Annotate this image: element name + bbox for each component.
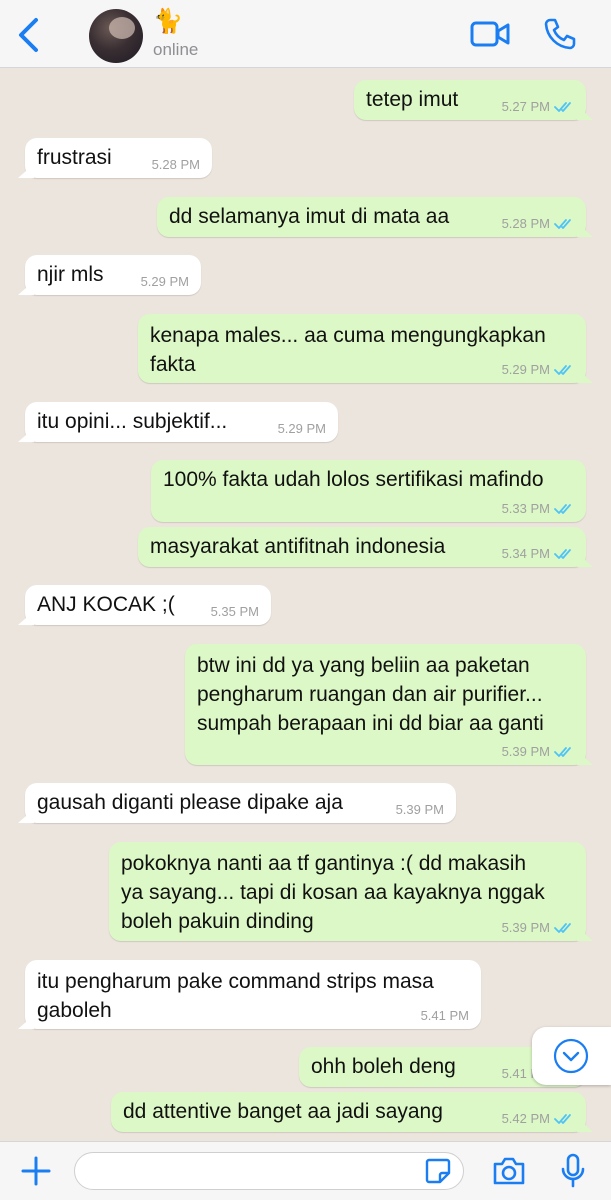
outgoing-message[interactable]: 100% fakta udah lolos sertifikasi mafind… <box>151 460 586 522</box>
message-time: 5.41 PM <box>420 1008 469 1023</box>
message-meta: 5.29 PM <box>502 362 574 377</box>
message-text: ya sayang... tapi di kosan aa kayaknya n… <box>121 881 545 904</box>
scroll-to-bottom-button[interactable] <box>532 1027 611 1085</box>
message-meta: 5.39 PM <box>396 802 444 817</box>
message-text: 100% fakta udah lolos sertifikasi mafind… <box>163 468 544 491</box>
message-text: pengharum ruangan dan air purifier... <box>197 683 543 706</box>
outgoing-message[interactable]: kenapa males... aa cuma mengungkapkan fak… <box>138 314 586 383</box>
message-meta: 5.29 PM <box>278 421 326 436</box>
message-meta: 5.39 PM <box>502 920 574 935</box>
message-time: 5.27 PM <box>501 99 550 114</box>
message-text: kenapa males... aa cuma mengungkapkan <box>150 324 546 347</box>
read-receipt-icon <box>554 503 574 515</box>
incoming-message[interactable]: frustrasi 5.28 PM <box>25 138 212 178</box>
message-time: 5.29 PM <box>501 362 550 377</box>
outgoing-message[interactable]: masyarakat antifitnah indonesia 5.34 PM <box>138 527 586 567</box>
outgoing-message[interactable]: tetep imut 5.27 PM <box>354 80 586 120</box>
outgoing-message[interactable]: btw ini dd ya yang beliin aa paketan peng… <box>185 644 586 765</box>
message-time: 5.35 PM <box>210 604 259 619</box>
message-meta: 5.41 PM <box>421 1008 469 1023</box>
message-time: 5.34 PM <box>501 546 550 561</box>
camera-icon[interactable] <box>492 1156 526 1186</box>
message-meta: 5.28 PM <box>152 157 200 172</box>
message-text: gausah diganti please dipake aja <box>37 791 343 814</box>
incoming-message[interactable]: njir mls 5.29 PM <box>25 255 201 295</box>
message-time: 5.39 PM <box>395 802 444 817</box>
microphone-icon[interactable] <box>560 1153 586 1189</box>
message-input[interactable] <box>74 1152 464 1190</box>
read-receipt-icon <box>554 922 574 934</box>
video-call-icon[interactable] <box>470 18 510 50</box>
chevron-down-circle-icon <box>553 1038 589 1074</box>
incoming-message[interactable]: ANJ KOCAK ;(5.35 PM <box>25 585 271 625</box>
message-meta: 5.33 PM <box>502 501 574 516</box>
incoming-message[interactable]: gausah diganti please dipake aja 5.39 PM <box>25 783 456 823</box>
message-time: 5.39 PM <box>501 920 550 935</box>
message-meta: 5.35 PM <box>211 604 259 619</box>
read-receipt-icon <box>554 1113 574 1125</box>
message-text: sumpah berapaan ini dd biar aa ganti <box>197 712 544 735</box>
outgoing-message[interactable]: dd attentive banget aa jadi sayang 5.42 P… <box>111 1092 586 1132</box>
incoming-message[interactable]: itu pengharum pake command strips masa ga… <box>25 960 481 1029</box>
message-meta: 5.27 PM <box>502 99 574 114</box>
message-time: 5.29 PM <box>277 421 326 436</box>
message-meta: 5.42 PM <box>502 1111 574 1126</box>
incoming-message[interactable]: itu opini... subjektif... 5.29 PM <box>25 402 338 442</box>
message-time: 5.28 PM <box>151 157 200 172</box>
message-text: btw ini dd ya yang beliin aa paketan <box>197 654 530 677</box>
read-receipt-icon <box>554 548 574 560</box>
input-bar <box>0 1141 611 1200</box>
sticker-icon[interactable] <box>425 1158 451 1184</box>
phone-icon[interactable] <box>543 17 577 51</box>
contact-avatar[interactable] <box>89 9 143 63</box>
message-time: 5.39 PM <box>501 744 550 759</box>
message-time: 5.42 PM <box>501 1111 550 1126</box>
message-meta: 5.28 PM <box>502 216 574 231</box>
outgoing-message[interactable]: dd selamanya imut di mata aa 5.28 PM <box>157 197 586 237</box>
message-meta: 5.34 PM <box>502 546 574 561</box>
read-receipt-icon <box>554 364 574 376</box>
message-text: pokoknya nanti aa tf gantinya :( dd maka… <box>121 852 527 875</box>
message-text: itu pengharum pake command strips masa <box>37 970 434 993</box>
message-meta: 5.39 PM <box>502 744 574 759</box>
message-time: 5.29 PM <box>140 274 189 289</box>
contact-status: online <box>153 40 199 59</box>
message-text: gaboleh <box>37 999 112 1022</box>
back-chevron-icon[interactable] <box>14 16 44 54</box>
plus-icon[interactable] <box>20 1155 52 1187</box>
outgoing-message[interactable]: pokoknya nanti aa tf gantinya :( dd maka… <box>109 842 586 941</box>
chat-header: 🐈 online <box>0 0 611 68</box>
message-time: 5.33 PM <box>501 501 550 516</box>
contact-name[interactable]: 🐈 <box>153 8 183 36</box>
message-meta: 5.29 PM <box>141 274 189 289</box>
read-receipt-icon <box>554 746 574 758</box>
message-time: 5.28 PM <box>501 216 550 231</box>
read-receipt-icon <box>554 101 574 113</box>
read-receipt-icon <box>554 218 574 230</box>
